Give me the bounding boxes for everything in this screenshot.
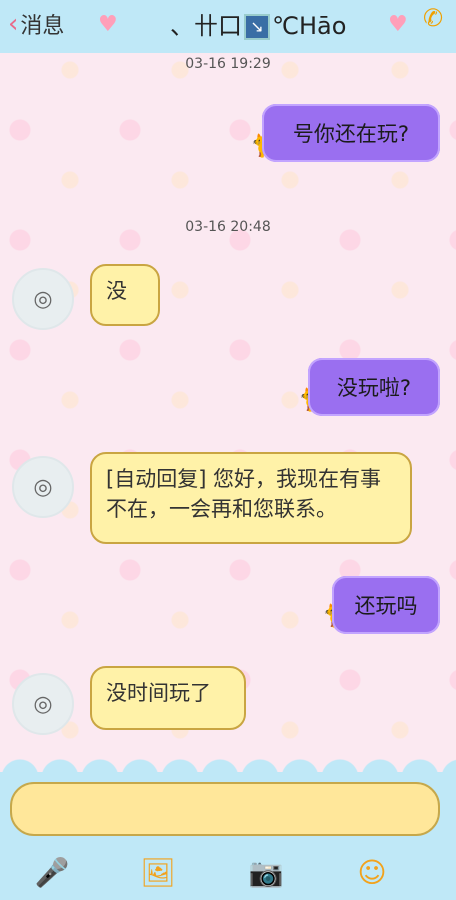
chevron-left-icon: ‹ [8, 9, 19, 39]
received-message-bubble[interactable]: [自动回复] 您好，我现在有事不在，一会再和您联系。 [90, 452, 412, 544]
message-input[interactable] [10, 782, 440, 836]
title-left: 、卄口 [170, 12, 242, 40]
sent-message-bubble[interactable]: 没玩啦? [308, 358, 440, 416]
contact-avatar[interactable]: ◎ [12, 673, 74, 735]
back-button[interactable]: ‹ 消息 [8, 8, 64, 40]
title-emoji: ↘ [244, 14, 270, 40]
timestamp: 03-16 19:29 [185, 56, 271, 72]
contact-avatar[interactable]: ◎ [12, 268, 74, 330]
back-label: 消息 [20, 14, 65, 39]
contact-avatar[interactable]: ◎ [12, 456, 74, 518]
received-message-bubble[interactable]: 没时间玩了 [90, 666, 246, 730]
timestamp: 03-16 20:48 [185, 219, 271, 235]
phone-icon[interactable]: ✆ [423, 4, 443, 32]
title-right: ℃Hāo [272, 12, 347, 40]
sent-message-bubble[interactable]: 号你还在玩? [262, 104, 440, 162]
contact-title: 、卄口 ↘ ℃Hāo [170, 6, 346, 41]
sent-message-bubble[interactable]: 还玩吗 [332, 576, 440, 634]
camera-icon[interactable]: 📷 [246, 852, 286, 892]
input-toolbar: 🎤 🖼 📷 ☺ [0, 852, 456, 896]
photo-icon[interactable]: 🖼 [138, 852, 178, 892]
chat-screen: ‹ 消息 ♥ 、卄口 ↘ ℃Hāo ♥ ✆ 03-16 19:29 03-16 20… [0, 0, 456, 900]
heart-icon: ♥ [98, 12, 118, 37]
received-message-bubble[interactable]: 没 [90, 264, 160, 326]
emoji-icon[interactable]: ☺ [352, 852, 392, 892]
microphone-icon[interactable]: 🎤 [32, 852, 72, 892]
heart-icon: ♥ [388, 12, 408, 37]
